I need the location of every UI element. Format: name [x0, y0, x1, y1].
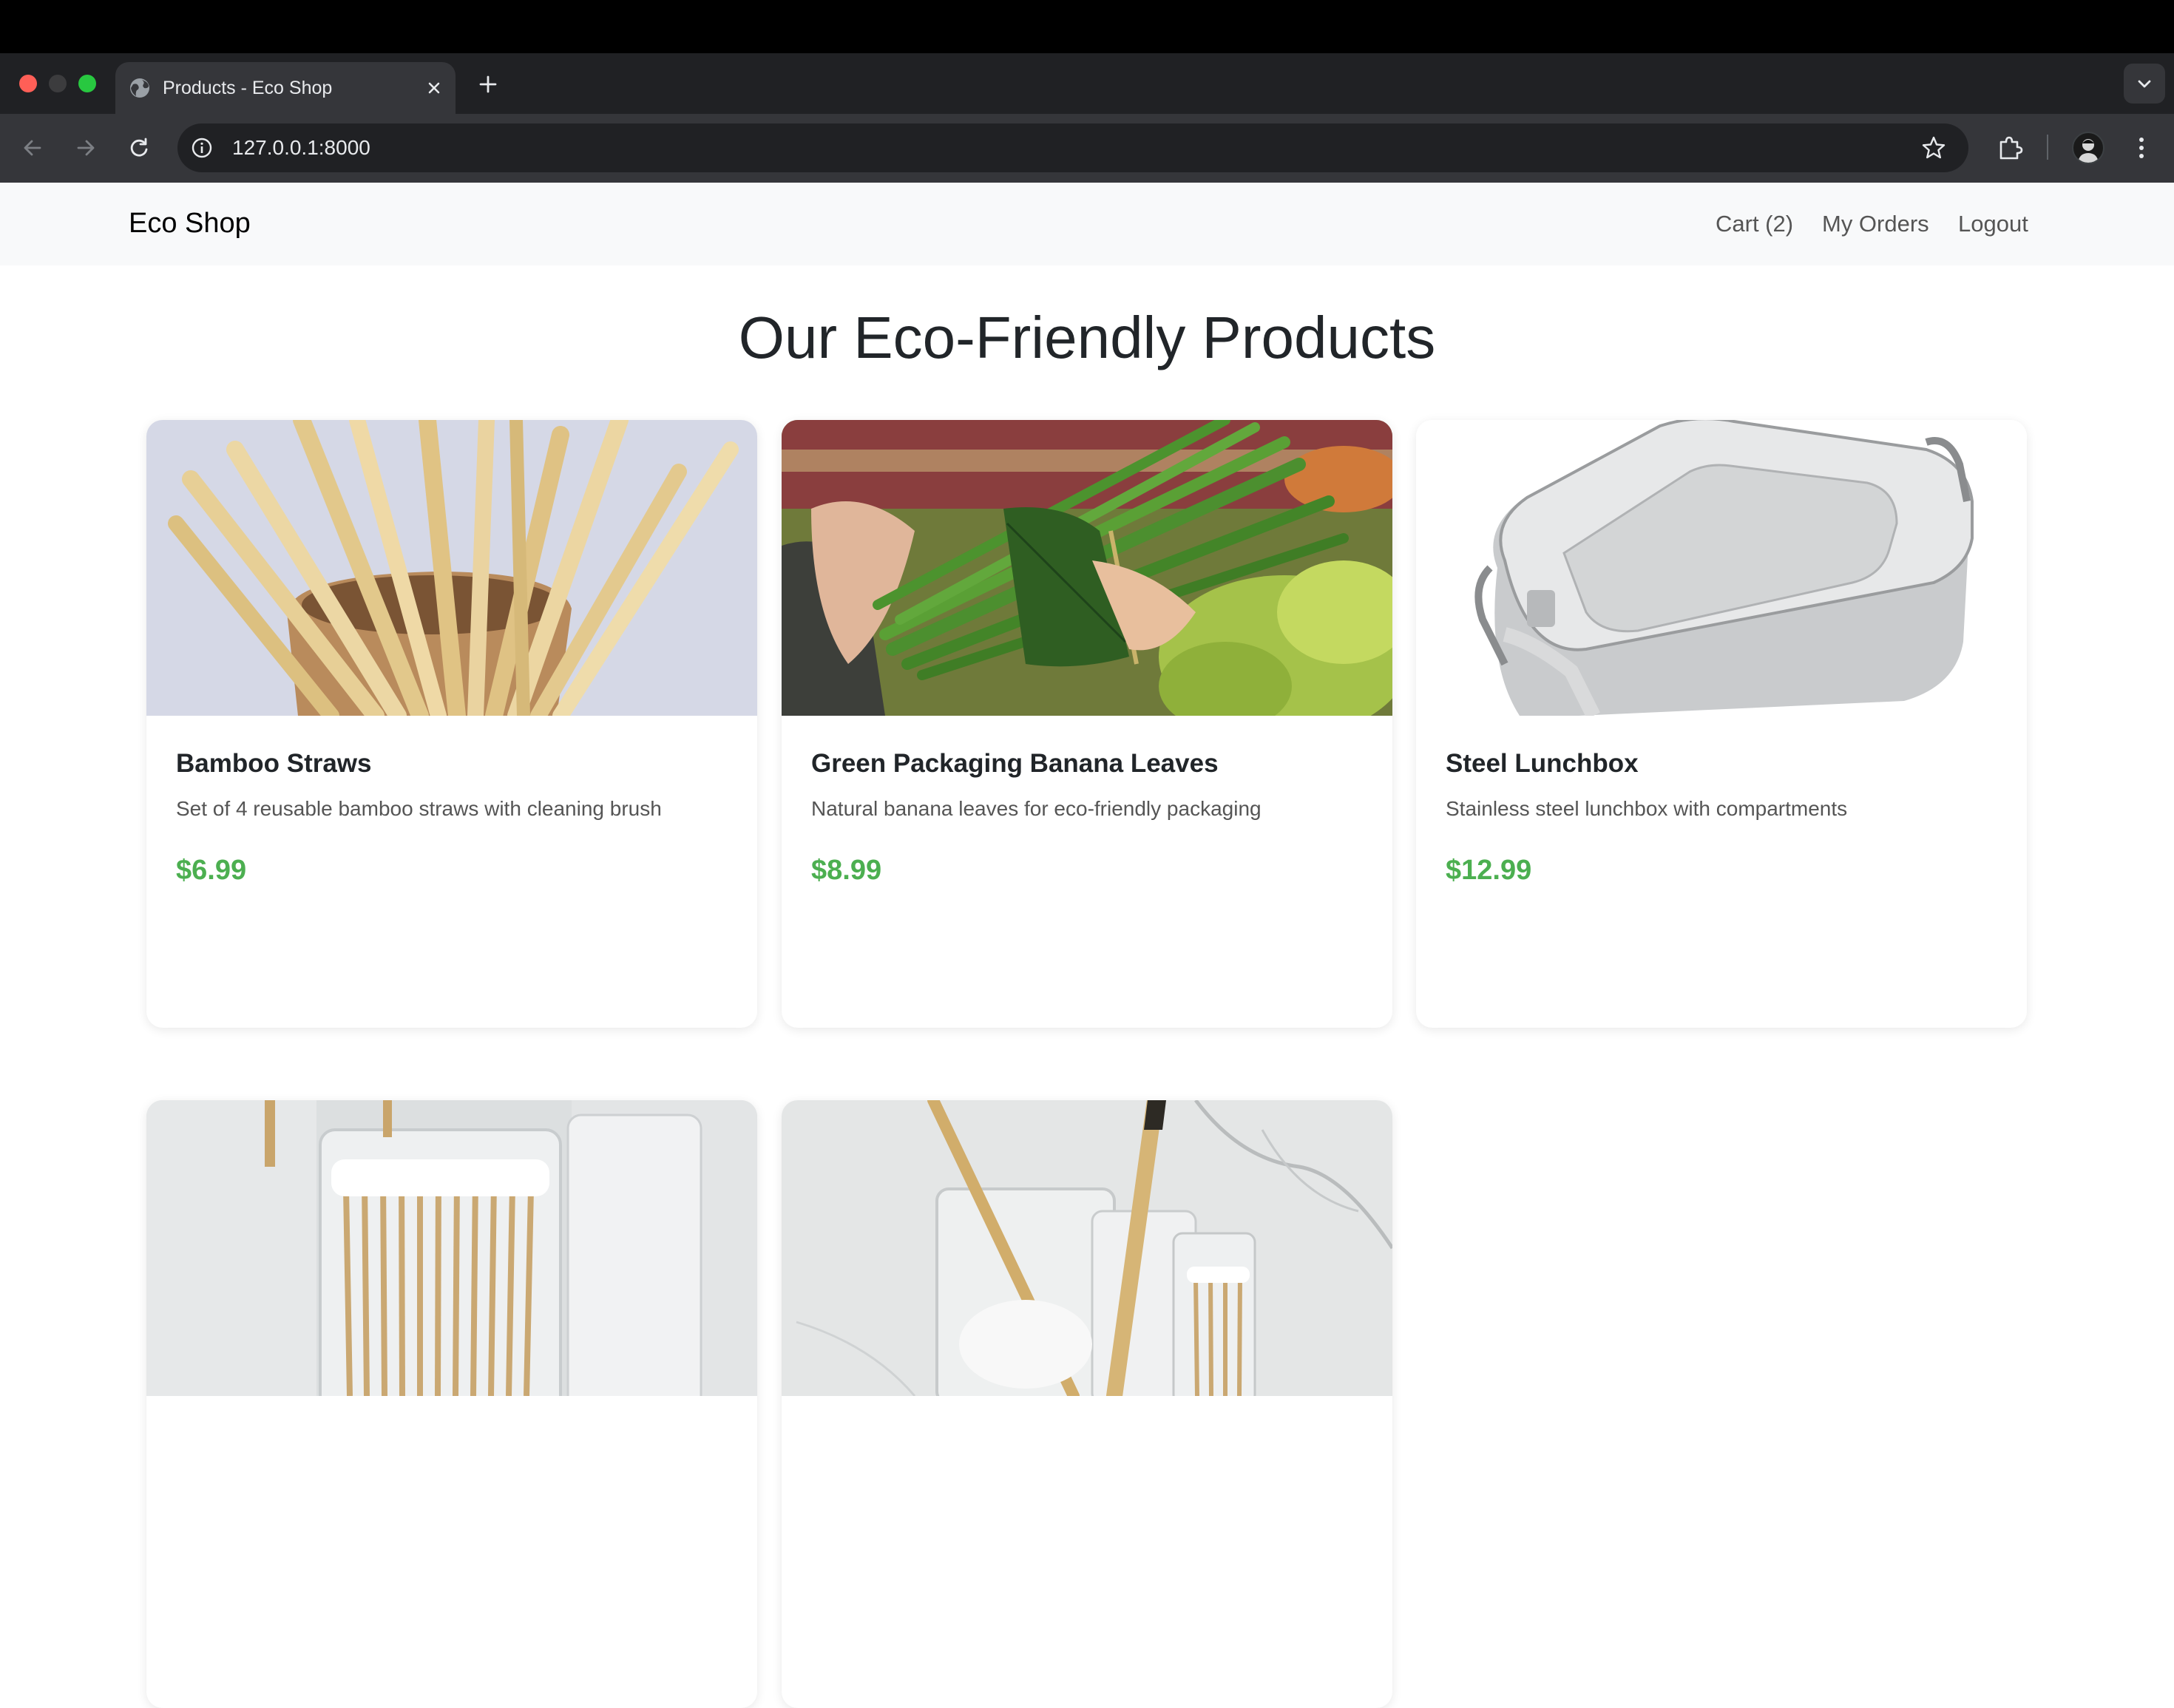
globe-icon [130, 78, 149, 98]
product-name: Bamboo Straws [176, 749, 372, 778]
back-arrow-icon[interactable] [18, 133, 47, 163]
window-close-button[interactable] [19, 75, 37, 92]
browser-tab-active[interactable]: Products - Eco Shop [115, 62, 456, 114]
product-image[interactable] [1416, 420, 2027, 716]
site-navbar: Eco Shop Cart (2) My Orders Logout [0, 183, 2174, 265]
product-card[interactable]: Green Packaging Banana Leaves Natural ba… [782, 420, 1392, 1028]
os-menu-bar [0, 0, 2174, 53]
url-text: 127.0.0.1:8000 [232, 136, 370, 159]
product-description: Stainless steel lunchbox with compartmen… [1446, 797, 1848, 820]
star-icon[interactable] [1920, 134, 1948, 162]
product-image[interactable] [782, 1100, 1392, 1396]
close-icon[interactable] [423, 77, 445, 99]
product-image[interactable] [782, 420, 1392, 716]
more-vert-icon[interactable] [2128, 132, 2155, 164]
window-minimize-button[interactable] [49, 75, 67, 92]
product-name: Green Packaging Banana Leaves [811, 749, 1219, 778]
product-name: Steel Lunchbox [1446, 749, 1639, 778]
product-card[interactable] [146, 1100, 757, 1708]
product-card[interactable]: Bamboo Straws Set of 4 reusable bamboo s… [146, 420, 757, 1028]
forward-arrow-icon[interactable] [71, 133, 101, 163]
page-title: Our Eco-Friendly Products [738, 305, 1436, 370]
info-icon[interactable] [189, 135, 214, 160]
product-image[interactable] [146, 1100, 757, 1396]
product-card[interactable]: Steel Lunchbox Stainless steel lunchbox … [1416, 420, 2027, 1028]
puzzle-icon[interactable] [1994, 132, 2026, 164]
chevron-down-icon [2138, 80, 2151, 88]
product-image[interactable] [146, 420, 757, 716]
nav-logout-link[interactable]: Logout [1958, 208, 2028, 240]
product-price: $12.99 [1446, 855, 1532, 886]
window-maximize-button[interactable] [78, 75, 96, 92]
brand-link[interactable]: Eco Shop [129, 205, 251, 242]
product-description: Natural banana leaves for eco-friendly p… [811, 797, 1262, 820]
product-price: $6.99 [176, 855, 247, 886]
address-bar[interactable]: 127.0.0.1:8000 [177, 123, 1968, 172]
nav-cart-link[interactable]: Cart (2) [1716, 208, 1793, 240]
tab-search-button[interactable] [2124, 64, 2165, 104]
product-price: $8.99 [811, 855, 882, 886]
product-description: Set of 4 reusable bamboo straws with cle… [176, 797, 662, 820]
plus-icon[interactable] [473, 70, 503, 99]
nav-orders-link[interactable]: My Orders [1822, 208, 1929, 240]
toolbar-divider [2047, 135, 2048, 160]
reload-icon[interactable] [124, 133, 154, 163]
avatar[interactable] [2072, 132, 2104, 164]
tab-title: Products - Eco Shop [163, 78, 333, 98]
product-card[interactable] [782, 1100, 1392, 1708]
